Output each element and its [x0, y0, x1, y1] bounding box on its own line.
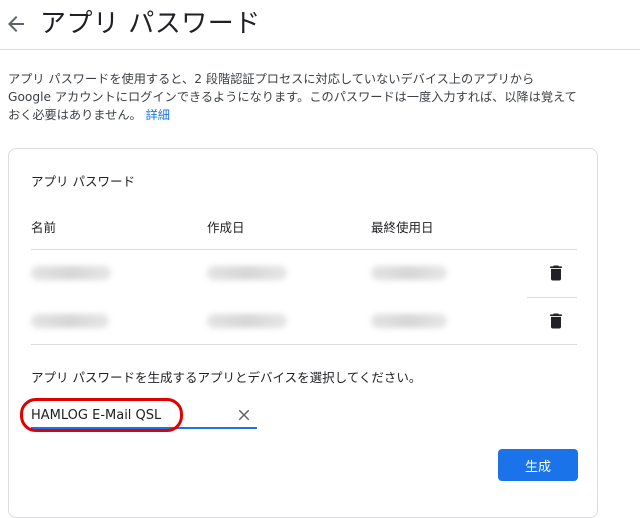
trash-icon[interactable] — [546, 311, 566, 331]
header-bar: アプリ パスワード — [0, 0, 640, 50]
description: アプリ パスワードを使用すると、2 段階認証プロセスに対応していないデバイス上の… — [8, 70, 608, 124]
app-name-field — [31, 403, 257, 429]
app-passwords-card: アプリ パスワード 名前 作成日 最終使用日 アプリ パスワードを生成するアプリ… — [8, 148, 598, 518]
description-line-3: おく必要はありません。 — [8, 108, 142, 122]
select-app-prompt: アプリ パスワードを生成するアプリとデバイスを選択してください。 — [31, 370, 422, 385]
column-header-created: 作成日 — [207, 220, 245, 235]
learn-more-link[interactable]: 詳細 — [146, 108, 170, 122]
redacted-name — [31, 314, 109, 328]
redacted-created-date — [207, 314, 287, 328]
app-name-input[interactable] — [31, 405, 221, 425]
page-title: アプリ パスワード — [40, 9, 261, 39]
redacted-last-used-date — [371, 266, 447, 280]
description-line-1: アプリ パスワードを使用すると、2 段階認証プロセスに対応していないデバイス上の… — [8, 72, 535, 86]
redacted-created-date — [207, 266, 287, 280]
column-header-last-used: 最終使用日 — [371, 220, 434, 235]
redacted-name — [31, 266, 111, 280]
card-title: アプリ パスワード — [31, 174, 135, 189]
row-divider — [527, 297, 577, 298]
close-icon[interactable] — [235, 406, 253, 424]
table-divider-bottom — [31, 344, 577, 345]
trash-icon[interactable] — [546, 263, 566, 283]
description-line-2: Google アカウントにログインできるようになります。このパスワードは一度入力… — [8, 90, 577, 104]
column-header-name: 名前 — [31, 220, 57, 235]
generate-button[interactable]: 生成 — [498, 449, 578, 481]
redacted-last-used-date — [371, 314, 447, 328]
table-divider — [31, 249, 577, 250]
arrow-left-icon[interactable] — [4, 12, 28, 36]
